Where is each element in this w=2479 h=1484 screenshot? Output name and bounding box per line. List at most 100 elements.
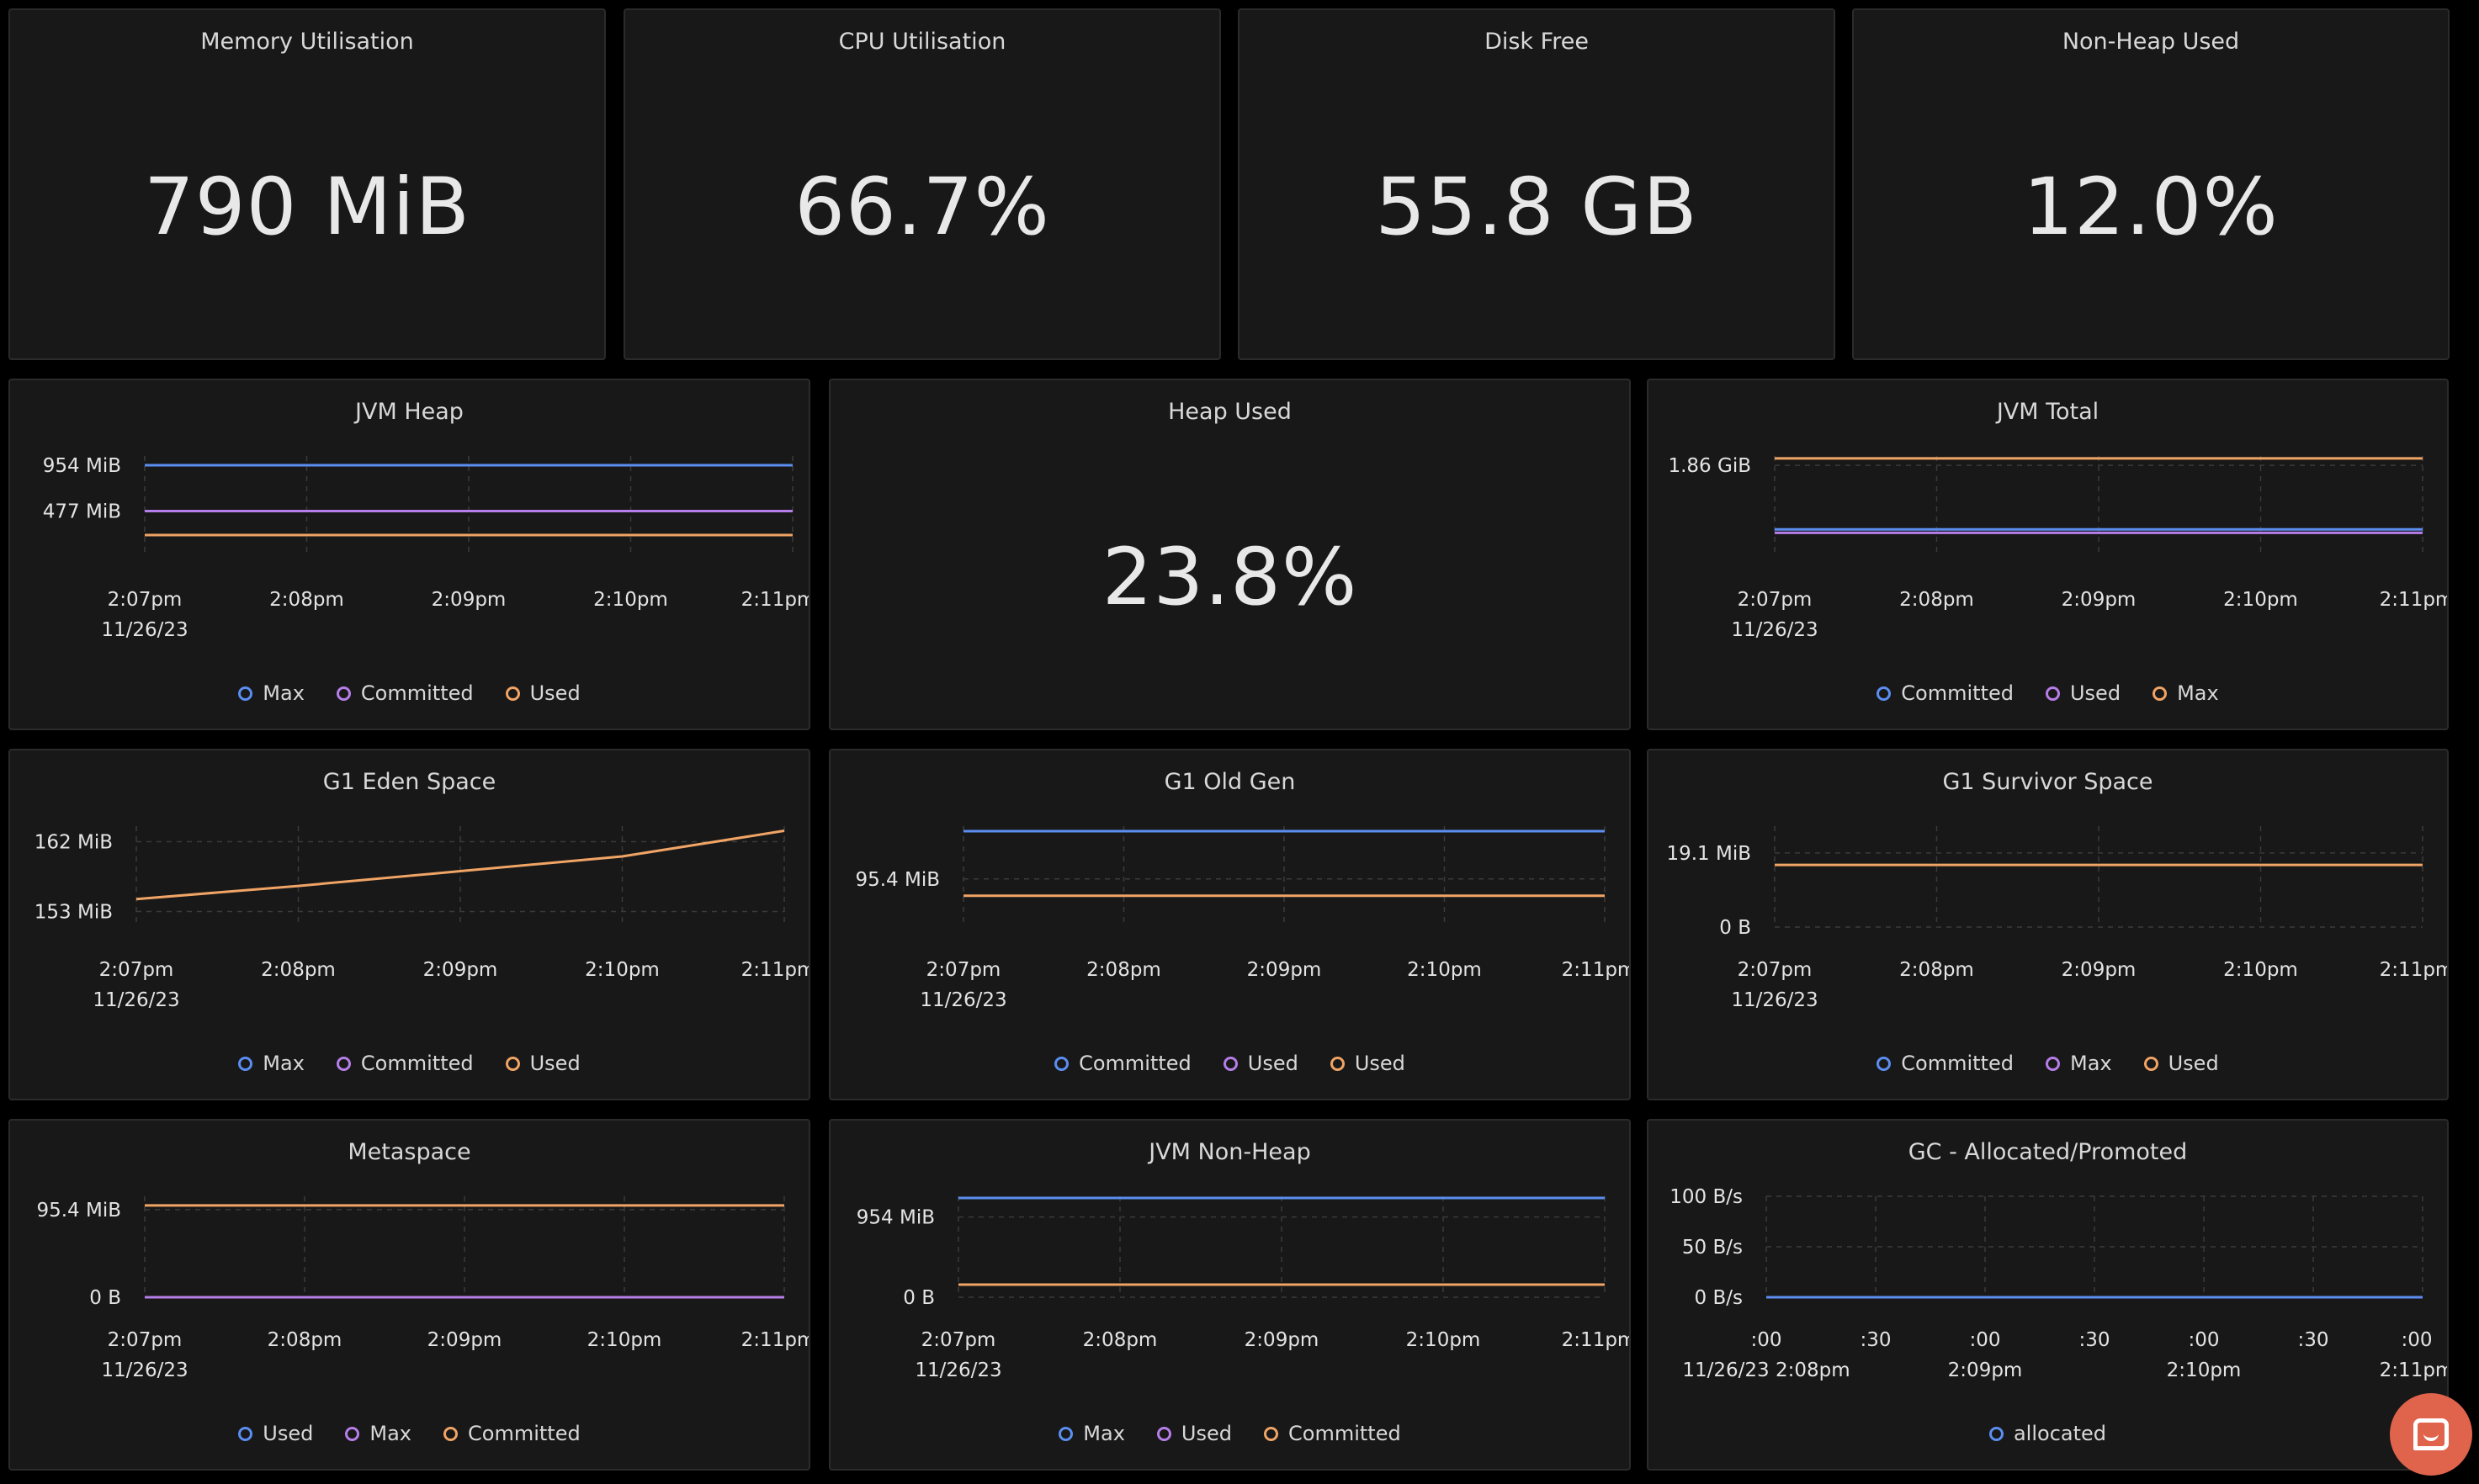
legend-item-max[interactable]: Max [2045,1052,2112,1075]
x-tick-label: 2:10pm [1406,1329,1481,1351]
legend-item-used[interactable]: Used [238,1422,313,1445]
legend-item-allocated[interactable]: allocated [1988,1422,2107,1445]
y-tick-label: 0 B [903,1287,935,1309]
legend-circle-icon [505,686,520,701]
legend-circle-icon [505,1056,520,1071]
stat-panel-nonheap[interactable]: Non-Heap Used 12.0% [1852,8,2450,360]
legend-item-max[interactable]: Max [2153,681,2219,705]
legend-label: Used [2069,681,2121,705]
legend-label: Committed [360,681,474,705]
chart-legend: Committed Used Max [1648,681,2447,705]
x-tick-label: 2:07pm [1738,589,1813,611]
legend-circle-icon [2045,686,2060,701]
legend-label: Max [263,681,305,705]
x-tick-sublabel: 11/26/23 [93,989,179,1011]
x-tick-sublabel: 11/26/23 [101,1359,188,1381]
legend-item-max[interactable]: Max [238,681,305,705]
x-tick-label: 2:07pm [921,1329,996,1351]
y-tick-label: 0 B [1719,917,1751,939]
legend-label: Max [2177,681,2219,705]
chart-plot: 95.4 MiB 2:07pm 11/26/23 2:08pm 2:09pm 2:10pm… [855,826,1629,1011]
legend-item-used[interactable]: Used [2045,681,2121,705]
x-tick-label: 2:08pm [1899,589,1974,611]
legend-item-max[interactable]: Max [1059,1422,1125,1445]
legend-item-committed[interactable]: Committed [336,681,474,705]
x-tick-label: 2:07pm [108,589,183,611]
legend-item-used[interactable]: Used [505,1052,581,1075]
chart-plot: 1.86 GiB 2:07pm 11/26/23 2:08pm 2:09pm 2:10pm… [1668,455,2447,641]
legend-label: Max [369,1422,411,1445]
legend-circle-icon [1330,1056,1345,1071]
chart-legend: Committed Max Used [1648,1052,2447,1075]
panel-title: Heap Used [1168,399,1292,425]
stat-panel-memory[interactable]: Memory Utilisation 790 MiB [8,8,606,360]
chart-legend: Max Committed Used [10,1052,809,1075]
legend-circle-icon [336,686,351,701]
chart-panel-g1-eden-space[interactable]: G1 Eden Space 162 MiB 153 MiB 2:07pm 11/26/2… [8,749,810,1100]
x-tick-label: :30 [2078,1329,2110,1351]
legend-label: Committed [1079,1052,1192,1075]
x-tick-label: :00 [2188,1329,2219,1351]
y-tick-label: 477 MiB [43,501,121,522]
chart-plot: 100 B/s 50 B/s 0 B/s:00 11/26/23 2:08pm:30:… [1669,1186,2447,1381]
x-tick-label: 2:07pm [1738,959,1813,981]
legend-item-committed[interactable]: Committed [443,1422,581,1445]
y-tick-label: 954 MiB [43,455,121,477]
x-tick-label: 2:07pm [108,1329,183,1351]
chart-plot: 954 MiB 0 B 2:07pm 11/26/23 2:08pm 2:09pm 2:10… [857,1196,1629,1381]
legend-circle-icon [2153,686,2168,701]
legend-label: Used [1181,1422,1232,1445]
chart-panel-jvm-non-heap[interactable]: JVM Non-Heap 954 MiB 0 B 2:07pm 11/26/23 2:08… [829,1119,1631,1471]
stat-value: 66.7% [794,162,1050,253]
x-tick-label: 2:08pm [1899,959,1974,981]
x-tick-label: 2:09pm [2062,589,2137,611]
legend-item-committed[interactable]: Committed [1264,1422,1401,1445]
stat-value: 23.8% [1101,532,1358,623]
x-tick-label: 2:07pm [926,959,1001,981]
legend-item-committed[interactable]: Committed [1877,681,2014,705]
legend-label: allocated [2013,1422,2107,1445]
chart-panel-gc-allocated-promoted[interactable]: GC - Allocated/Promoted 100 B/s 50 B/s 0 B/… [1647,1119,2449,1471]
legend-circle-icon [1156,1426,1171,1441]
x-tick-label: 2:08pm [268,1329,342,1351]
x-tick-label: :00 [1969,1329,2000,1351]
stat-panel-disk[interactable]: Disk Free 55.8 GB [1238,8,1835,360]
chat-launcher-button[interactable] [2390,1393,2472,1476]
legend-item-used[interactable]: Used [1156,1422,1232,1445]
chart-panel-g1-survivor-space[interactable]: G1 Survivor Space 19.1 MiB 0 B 2:07pm 11/26/… [1647,749,2449,1100]
x-tick-sublabel: 11/26/23 [1731,989,1818,1011]
legend-label: Committed [468,1422,581,1445]
legend-label: Committed [1288,1422,1401,1445]
legend-item-used[interactable]: Used [2143,1052,2219,1075]
x-tick-label: 2:10pm [587,1329,662,1351]
x-tick-label: :00 [1750,1329,1781,1351]
stat-panel-heap-used[interactable]: Heap Used 23.8% [829,379,1631,730]
chart-panel-g1-old-gen[interactable]: G1 Old Gen 95.4 MiB 2:07pm 11/26/23 2:08pm 2:… [829,749,1631,1100]
chart-plot: 162 MiB 153 MiB 2:07pm 11/26/23 2:08pm 2:09pm… [35,826,809,1011]
chart-panel-metaspace[interactable]: Metaspace 95.4 MiB 0 B 2:07pm 11/26/23 2:08pm… [8,1119,810,1471]
panel-title: Disk Free [1484,29,1589,55]
stat-panel-cpu[interactable]: CPU Utilisation 66.7% [624,8,1221,360]
legend-circle-icon [1877,1056,1892,1071]
x-tick-label: 2:08pm [1086,959,1161,981]
legend-item-max[interactable]: Max [345,1422,411,1445]
x-tick-label: 2:09pm [2062,959,2137,981]
legend-circle-icon [2143,1056,2158,1071]
legend-item-committed[interactable]: Committed [336,1052,474,1075]
chart-panel-jvm-total[interactable]: JVM Total 1.86 GiB 2:07pm 11/26/23 2:08pm 2:0… [1647,379,2449,730]
y-tick-label: 0 B/s [1695,1287,1743,1309]
legend-item-max[interactable]: Max [238,1052,305,1075]
legend-label: Used [1354,1052,1405,1075]
legend-item-used[interactable]: Used [1223,1052,1298,1075]
legend-item-committed[interactable]: Committed [1877,1052,2014,1075]
legend-item-used[interactable]: Used [505,681,581,705]
x-tick-label: 2:09pm [427,1329,502,1351]
legend-item-committed[interactable]: Committed [1054,1052,1192,1075]
chart-legend: Max Used Committed [831,1422,1629,1445]
y-tick-label: 1.86 GiB [1668,455,1751,477]
y-tick-label: 100 B/s [1669,1186,1743,1208]
legend-item-used[interactable]: Used [1330,1052,1405,1075]
x-tick-label: 2:10pm [593,589,668,611]
chart-panel-jvm-heap[interactable]: JVM Heap 954 MiB 477 MiB 2:07pm 11/26/23 2:08… [8,379,810,730]
legend-circle-icon [345,1426,360,1441]
